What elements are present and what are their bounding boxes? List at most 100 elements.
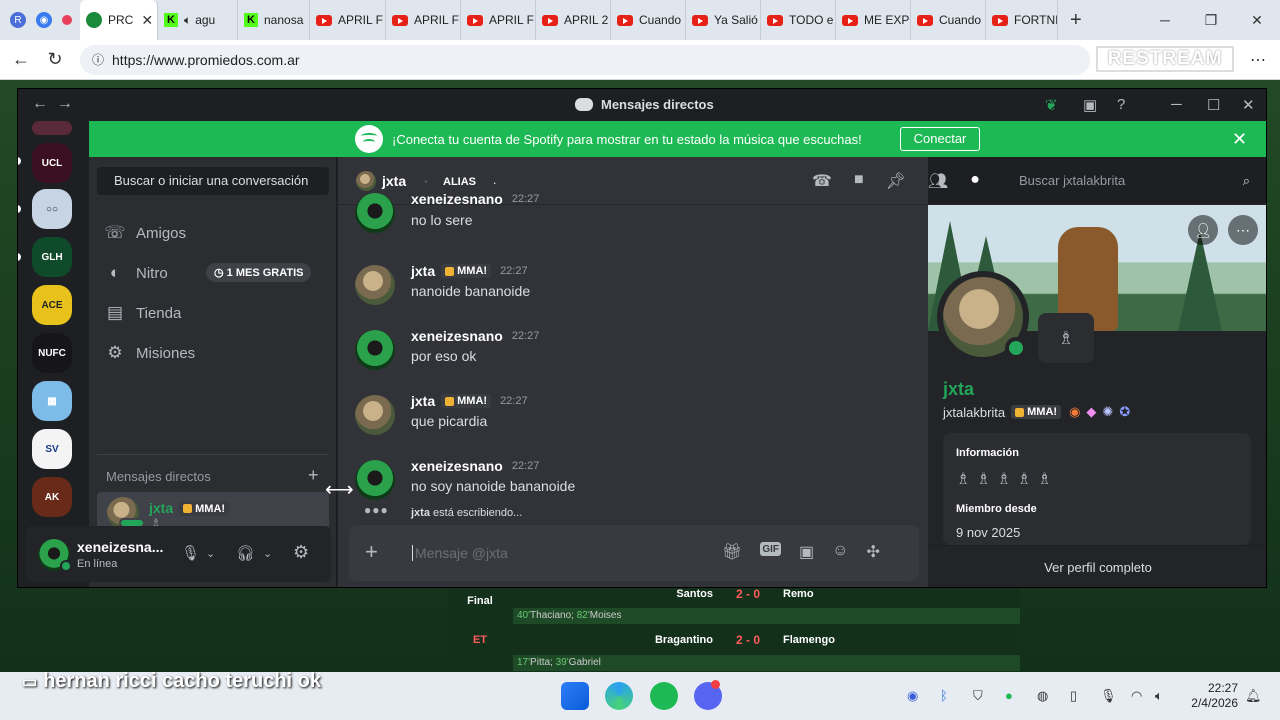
server-icon[interactable]: AK [32, 477, 72, 517]
nav-friends[interactable]: ☏ Amigos [104, 221, 186, 245]
extension-icon[interactable]: ◉ [36, 12, 52, 28]
boost-badge-icon[interactable]: ✺ [1102, 404, 1113, 420]
message[interactable]: xeneizesnano 22:27 por eso ok [355, 328, 915, 374]
bluetooth-icon[interactable]: ᛒ [940, 688, 948, 703]
message-composer[interactable]: + Mensaje @jxta 🎁︎ GIF ▣ ☺ ✣ [349, 525, 919, 581]
chevron-down-icon[interactable]: ⌄ [206, 547, 215, 560]
tray-app-icon[interactable]: ◉ [907, 688, 918, 704]
avatar[interactable] [355, 193, 395, 233]
message[interactable]: xeneizesnano 22:27 no soy nanoide bananoi… [355, 458, 915, 504]
server-icon[interactable]: SV [32, 429, 72, 469]
restore-icon[interactable]: ❐ [1188, 12, 1234, 29]
nav-shop[interactable]: ▤ Tienda [104, 301, 181, 325]
tab-promiedos[interactable]: PRC ✕ [80, 0, 158, 40]
leaf-icon[interactable]: ❦ [1045, 96, 1058, 114]
tab-youtube[interactable]: Cuando [611, 0, 686, 40]
add-friend-icon[interactable]: 👤︎ [1188, 215, 1218, 245]
defender-icon[interactable]: ⛉ [973, 688, 983, 704]
server-icon[interactable]: GLH [32, 237, 72, 277]
new-dm-icon[interactable]: + [308, 465, 319, 486]
quest-badge-icon[interactable]: ✪ [1119, 404, 1130, 420]
tab-youtube[interactable]: APRIL F [461, 0, 536, 40]
tab-youtube[interactable]: Ya Salió [686, 0, 761, 40]
sticker-icon[interactable]: ▣ [799, 542, 814, 562]
close-tab-icon[interactable]: ✕ [141, 12, 153, 29]
nitro-badge-icon[interactable]: ◉ [1069, 404, 1080, 420]
usb-icon[interactable]: ▯ [1070, 688, 1077, 704]
match-row[interactable]: ET Bragantino 2 - 0 Flamengo [447, 626, 1020, 654]
minimize-icon[interactable]: ─ [1171, 96, 1182, 113]
back-forward-icon[interactable]: ← → [32, 95, 73, 113]
tab-youtube[interactable]: Cuando [911, 0, 986, 40]
chat-search-input[interactable]: Buscar jxtalakbrita ⌕ [1010, 166, 1258, 196]
voice-call-icon[interactable]: ☎ [812, 171, 832, 191]
message-input[interactable]: Mensaje @jxta [412, 545, 508, 561]
server-icon[interactable]: ○○ [32, 189, 72, 229]
site-info-icon[interactable]: ⓘ [92, 51, 104, 68]
edge-icon[interactable] [605, 682, 633, 710]
view-full-profile-button[interactable]: Ver perfil completo [928, 545, 1266, 587]
video-call-icon[interactable]: ■ [854, 171, 864, 191]
server-icon[interactable]: ACE [32, 285, 72, 325]
gif-icon[interactable]: GIF [760, 542, 781, 556]
spotify-tray-icon[interactable]: ● [1005, 688, 1013, 703]
start-icon[interactable] [561, 682, 589, 710]
message[interactable]: jxta MMA! 22:27 nanoide bananoide [355, 263, 915, 309]
close-icon[interactable]: ✕ [1234, 12, 1280, 29]
profile-icon[interactable]: R [10, 12, 26, 28]
server-icon[interactable]: UCL [32, 143, 72, 183]
connect-button[interactable]: Conectar [900, 127, 980, 151]
discord-tray-icon[interactable]: ◍ [1037, 688, 1048, 704]
settings-gear-icon[interactable]: ⚙ [293, 542, 309, 563]
close-icon[interactable]: ✕ [1232, 129, 1247, 150]
tab-youtube[interactable]: TODO e [761, 0, 836, 40]
maximize-icon[interactable]: ☐ [1207, 96, 1220, 114]
add-friends-to-dm-icon[interactable]: 👥︎ [928, 171, 948, 191]
emoji-icon[interactable]: ☺ [832, 542, 848, 562]
notifications-bell-icon[interactable]: 🔔︎ [1245, 688, 1262, 704]
server-icon[interactable]: ▦ [32, 381, 72, 421]
gift-icon[interactable]: 🎁︎ [722, 542, 742, 562]
headphones-icon[interactable]: 🎧︎ [236, 544, 255, 562]
avatar[interactable] [355, 460, 395, 500]
attach-plus-icon[interactable]: + [365, 539, 378, 565]
activity-icon[interactable]: ♗ [1038, 313, 1094, 363]
message[interactable]: xeneizesnano 22:27 no lo sere [355, 191, 915, 233]
wifi-icon[interactable]: ◠ [1131, 688, 1142, 704]
microphone-icon[interactable]: 🎙︎ [181, 544, 200, 562]
message[interactable]: jxta MMA! 22:27 que picardia [355, 393, 915, 439]
back-icon[interactable]: ← [4, 49, 38, 70]
apps-icon[interactable]: ✣ [866, 542, 879, 562]
close-icon[interactable]: ✕ [1242, 96, 1255, 114]
record-icon[interactable] [62, 15, 72, 25]
inbox-icon[interactable]: ▣ [1083, 96, 1097, 114]
tab-youtube[interactable]: APRIL F [310, 0, 386, 40]
tab-youtube[interactable]: APRIL 2 [536, 0, 611, 40]
avatar[interactable] [355, 265, 395, 305]
system-clock[interactable]: 22:27 2/4/2026 [1186, 681, 1238, 711]
tab-youtube[interactable]: FORTNI [986, 0, 1058, 40]
tab-kick-2[interactable]: Knanosa [238, 0, 310, 40]
nav-missions[interactable]: ⚙ Misiones [104, 341, 195, 365]
minimize-icon[interactable]: ─ [1142, 12, 1188, 28]
profile-avatar[interactable] [937, 271, 1029, 363]
chevron-down-icon[interactable]: ⌄ [263, 547, 272, 560]
help-icon[interactable]: ? [1117, 96, 1125, 113]
tab-youtube[interactable]: ME EXP [836, 0, 911, 40]
url-field[interactable]: ⓘ https://www.promiedos.com.ar [80, 44, 1090, 75]
server-icon[interactable]: NUFC [32, 333, 72, 373]
spotify-icon[interactable] [650, 682, 678, 710]
tab-youtube[interactable]: APRIL F [386, 0, 461, 40]
avatar[interactable] [355, 330, 395, 370]
tab-kick-1[interactable]: K 🔈︎ agu [158, 0, 238, 40]
volume-icon[interactable]: 🔈︎ [1155, 688, 1163, 704]
microphone-icon[interactable]: 🎙︎ [1100, 688, 1117, 704]
user-profile-toggle-icon[interactable]: ● [970, 171, 980, 191]
new-tab-icon[interactable]: + [1070, 9, 1082, 32]
more-options-icon[interactable]: ⋯ [1228, 215, 1258, 245]
gem-badge-icon[interactable]: ◆ [1086, 404, 1096, 420]
conversation-search-button[interactable]: Buscar o iniciar una conversación [97, 167, 329, 195]
reload-icon[interactable]: ↻ [38, 49, 72, 70]
pin-icon[interactable]: 📌︎ [886, 171, 906, 191]
avatar[interactable] [355, 395, 395, 435]
